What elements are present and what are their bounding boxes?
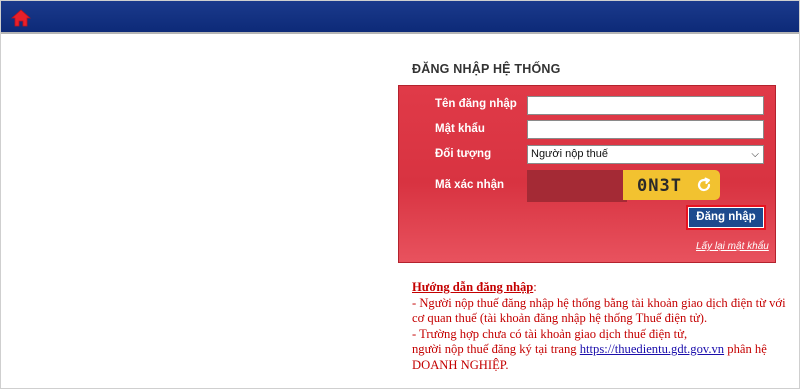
instructions-line-2: - Trường hợp chưa có tài khoản giao dịch… [412,326,688,341]
username-input[interactable] [527,96,764,115]
login-instructions: Hướng dẫn đăng nhập: - Người nộp thuế đă… [412,280,790,373]
captcha-input[interactable] [527,170,627,202]
refresh-icon[interactable] [696,177,712,193]
instructions-line-3-prefix: người nộp thuế đăng ký tại trang [412,342,577,356]
login-button-label: Đăng nhập [689,208,763,227]
captcha-image: 0N3T [623,170,720,200]
captcha-label: Mã xác nhận [435,179,505,191]
home-icon[interactable] [11,9,31,27]
username-label: Tên đăng nhập [435,98,517,110]
login-panel: Tên đăng nhập Mật khẩu Đối tượng Người n… [398,85,776,263]
role-label: Đối tượng [435,148,492,160]
login-title: ĐĂNG NHẬP HỆ THỐNG [412,62,561,76]
instructions-heading: Hướng dẫn đăng nhập [412,280,534,294]
role-select[interactable]: Người nộp thuế ⌵ [527,145,764,164]
tax-portal-link[interactable]: https://thuedientu.gdt.gov.vn [580,342,724,356]
password-label: Mật khẩu [435,123,485,135]
top-navigation-bar [1,1,799,34]
password-input[interactable] [527,120,764,139]
forgot-password-link[interactable]: Lấy lại mật khẩu [696,241,769,252]
login-button[interactable]: Đăng nhập [686,205,766,230]
captcha-code: 0N3T [637,176,682,196]
instructions-line-1: - Người nộp thuế đăng nhập hệ thống bằng… [412,295,786,326]
role-selected-value: Người nộp thuế [531,148,608,160]
chevron-down-icon: ⌵ [751,149,759,160]
